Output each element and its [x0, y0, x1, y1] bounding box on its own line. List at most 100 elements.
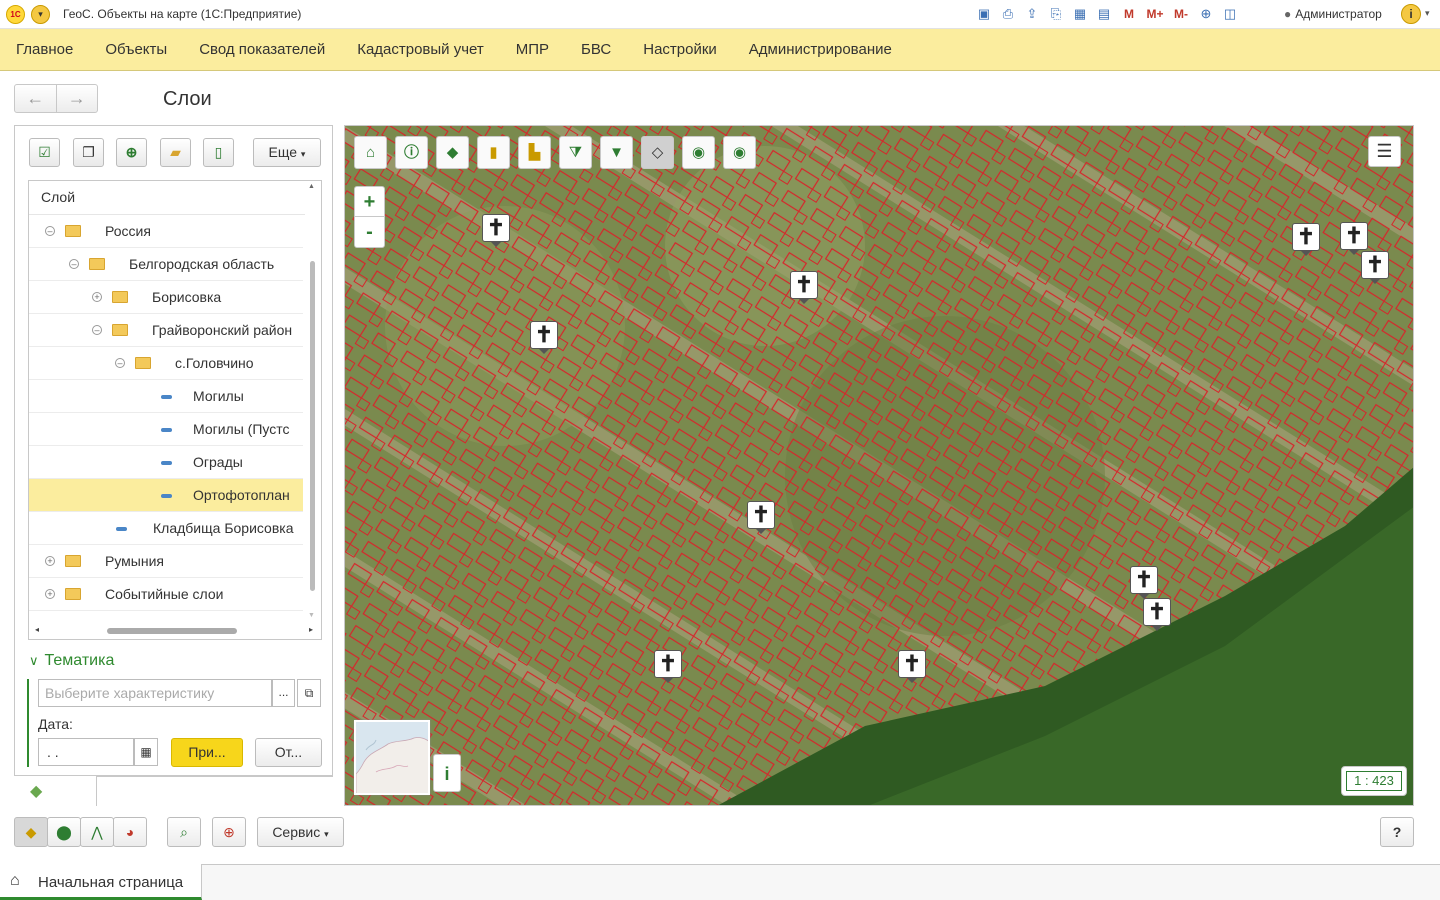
add-button[interactable]: ⊕ — [116, 138, 147, 167]
menu-item-settings[interactable]: Настройки — [643, 41, 717, 58]
date-field[interactable]: . . — [38, 738, 134, 766]
help-button[interactable]: ? — [1380, 817, 1414, 847]
tree-horizontal-scrollbar[interactable]: ◂ ▸ — [29, 623, 321, 639]
panel-icon[interactable]: ◫ — [1220, 4, 1240, 24]
chevron-down-icon[interactable]: ▾ — [1425, 8, 1430, 19]
forward-button[interactable]: → — [57, 85, 98, 112]
grave-marker-icon[interactable]: ✝ — [747, 501, 775, 534]
locate-button[interactable]: ⊕ — [212, 817, 246, 847]
open-icon[interactable]: ⧉ — [297, 679, 321, 707]
search-button[interactable]: ⌕ — [167, 817, 201, 847]
scroll-up-icon[interactable]: ▲ — [308, 183, 315, 190]
characteristic-input[interactable]: Выберите характеристику — [38, 679, 272, 707]
tematika-section-header[interactable]: ∨ Тематика — [29, 652, 114, 670]
grave-marker-icon[interactable]: ✝ — [1340, 222, 1368, 255]
object-marker-button[interactable]: ⬤ — [47, 817, 81, 847]
zoom-prev-icon[interactable]: ◉ — [682, 136, 715, 169]
add-folder-button[interactable]: ▰ — [160, 138, 191, 167]
expand-icon[interactable]: + — [45, 589, 55, 599]
cancel-button[interactable]: От... — [255, 738, 322, 767]
scroll-left-icon[interactable]: ◂ — [35, 625, 39, 634]
memory-minus-button[interactable]: M- — [1170, 4, 1192, 24]
grave-marker-icon[interactable]: ✝ — [898, 650, 926, 683]
layer-list-icon[interactable]: ☰ — [1368, 136, 1401, 167]
memory-plus-button[interactable]: M+ — [1144, 4, 1166, 24]
collapse-icon[interactable]: – — [69, 259, 79, 269]
tree-hscroll-thumb[interactable] — [107, 628, 237, 634]
route-button[interactable]: ⋀ — [80, 817, 114, 847]
menu-item-mpr[interactable]: МПР — [516, 41, 549, 58]
more-button[interactable]: Еще ▾ — [253, 138, 321, 167]
filter-icon[interactable]: ▼ — [600, 136, 633, 169]
tree-row[interactable]: – Россия — [29, 215, 303, 248]
zoom-in-button[interactable]: + — [355, 187, 384, 217]
tree-row[interactable]: + Румыния — [29, 545, 303, 578]
grave-marker-icon[interactable]: ✝ — [1130, 566, 1158, 599]
1c-logo-icon[interactable]: 1С — [6, 5, 25, 24]
overview-minimap[interactable] — [354, 720, 430, 795]
upload-icon[interactable]: ⇪ — [1022, 4, 1042, 24]
home-icon[interactable]: ⌂ — [354, 136, 387, 169]
grave-marker-icon[interactable]: ✝ — [530, 321, 558, 354]
add-file-button[interactable]: ▯ — [203, 138, 234, 167]
collapse-icon[interactable]: – — [92, 325, 102, 335]
info-icon[interactable]: i — [1401, 4, 1421, 24]
memory-m-button[interactable]: M — [1118, 4, 1140, 24]
calendar-icon[interactable]: ▦ — [134, 738, 158, 766]
select-polygon-icon[interactable]: ◇ — [641, 136, 674, 169]
tree-row[interactable]: + Событийные слои — [29, 578, 303, 611]
info-icon[interactable]: ⓘ — [395, 136, 428, 169]
apply-button[interactable]: При... — [171, 738, 243, 767]
grave-marker-icon[interactable]: ✝ — [1292, 223, 1320, 256]
layers-mode-button[interactable]: ◆ — [14, 817, 48, 847]
calculator-icon[interactable]: ▦ — [1070, 4, 1090, 24]
print-preview-icon[interactable]: ⎘ — [1046, 4, 1066, 24]
menu-item-cadastral[interactable]: Кадастровый учет — [357, 41, 484, 58]
scroll-right-icon[interactable]: ▸ — [309, 625, 313, 634]
save-icon[interactable]: ▣ — [974, 4, 994, 24]
tree-row[interactable]: Могилы (Пустс — [29, 413, 303, 446]
copy-button[interactable]: ❐ — [73, 138, 104, 167]
menu-item-admin[interactable]: Администрирование — [749, 41, 892, 58]
expand-icon[interactable]: + — [45, 556, 55, 566]
menu-item-bvs[interactable]: БВС — [581, 41, 611, 58]
tree-vscroll-thumb[interactable] — [310, 261, 315, 591]
tree-row[interactable]: + Борисовка — [29, 281, 303, 314]
calendar-icon[interactable]: ▤ — [1094, 4, 1114, 24]
service-button[interactable]: Сервис ▾ — [257, 817, 344, 847]
tree-vertical-scrollbar[interactable]: ▲ ▼ — [305, 181, 321, 621]
grave-marker-icon[interactable]: ✝ — [1143, 598, 1171, 631]
check-layers-button[interactable]: ☑ — [29, 138, 60, 167]
expand-icon[interactable]: + — [92, 292, 102, 302]
main-menu-dropdown-icon[interactable]: ▾ — [31, 5, 50, 24]
menu-item-main[interactable]: Главное — [16, 41, 73, 58]
pan-icon[interactable]: ◆ — [436, 136, 469, 169]
menu-item-indicators[interactable]: Свод показателей — [199, 41, 325, 58]
grave-marker-icon[interactable]: ✝ — [1361, 251, 1389, 284]
user-menu[interactable]: ● Администратор — [1284, 7, 1382, 21]
map-view[interactable]: ⌂ ⓘ ◆ ▮ ▙ ⧩ ▼ ◇ ◉ ◉ ☰ + - ✝ ✝ ✝ ✝ ✝ ✝ ✝ … — [344, 125, 1414, 806]
tree-row[interactable]: – Белгородская область — [29, 248, 303, 281]
zoom-next-icon[interactable]: ◉ — [723, 136, 756, 169]
scroll-down-icon[interactable]: ▼ — [308, 612, 315, 619]
layers-tab-icon[interactable]: ◆ — [30, 781, 42, 801]
home-page-tab[interactable]: ⌂ Начальная страница — [0, 864, 202, 900]
tree-row[interactable]: – с.Головчино — [29, 347, 303, 380]
print-icon[interactable]: ⎙ — [998, 4, 1018, 24]
tree-row[interactable]: Могилы — [29, 380, 303, 413]
tree-row[interactable]: – Грайворонский район — [29, 314, 303, 347]
zoom-icon[interactable]: ⊕ — [1196, 4, 1216, 24]
grave-marker-icon[interactable]: ✝ — [790, 271, 818, 304]
back-button[interactable]: ← — [15, 85, 57, 112]
measure-area-icon[interactable]: ▙ — [518, 136, 551, 169]
filter-select-icon[interactable]: ⧩ — [559, 136, 592, 169]
tree-row[interactable]: Кладбища Борисовка — [29, 512, 303, 545]
grave-marker-icon[interactable]: ✝ — [482, 214, 510, 247]
measure-length-icon[interactable]: ▮ — [477, 136, 510, 169]
tree-column-header[interactable]: Слой — [29, 181, 321, 215]
menu-item-objects[interactable]: Объекты — [105, 41, 167, 58]
zoom-out-button[interactable]: - — [355, 217, 384, 247]
grave-marker-icon[interactable]: ✝ — [654, 650, 682, 683]
collapse-icon[interactable]: – — [45, 226, 55, 236]
minimap-info-icon[interactable]: i — [433, 754, 461, 792]
